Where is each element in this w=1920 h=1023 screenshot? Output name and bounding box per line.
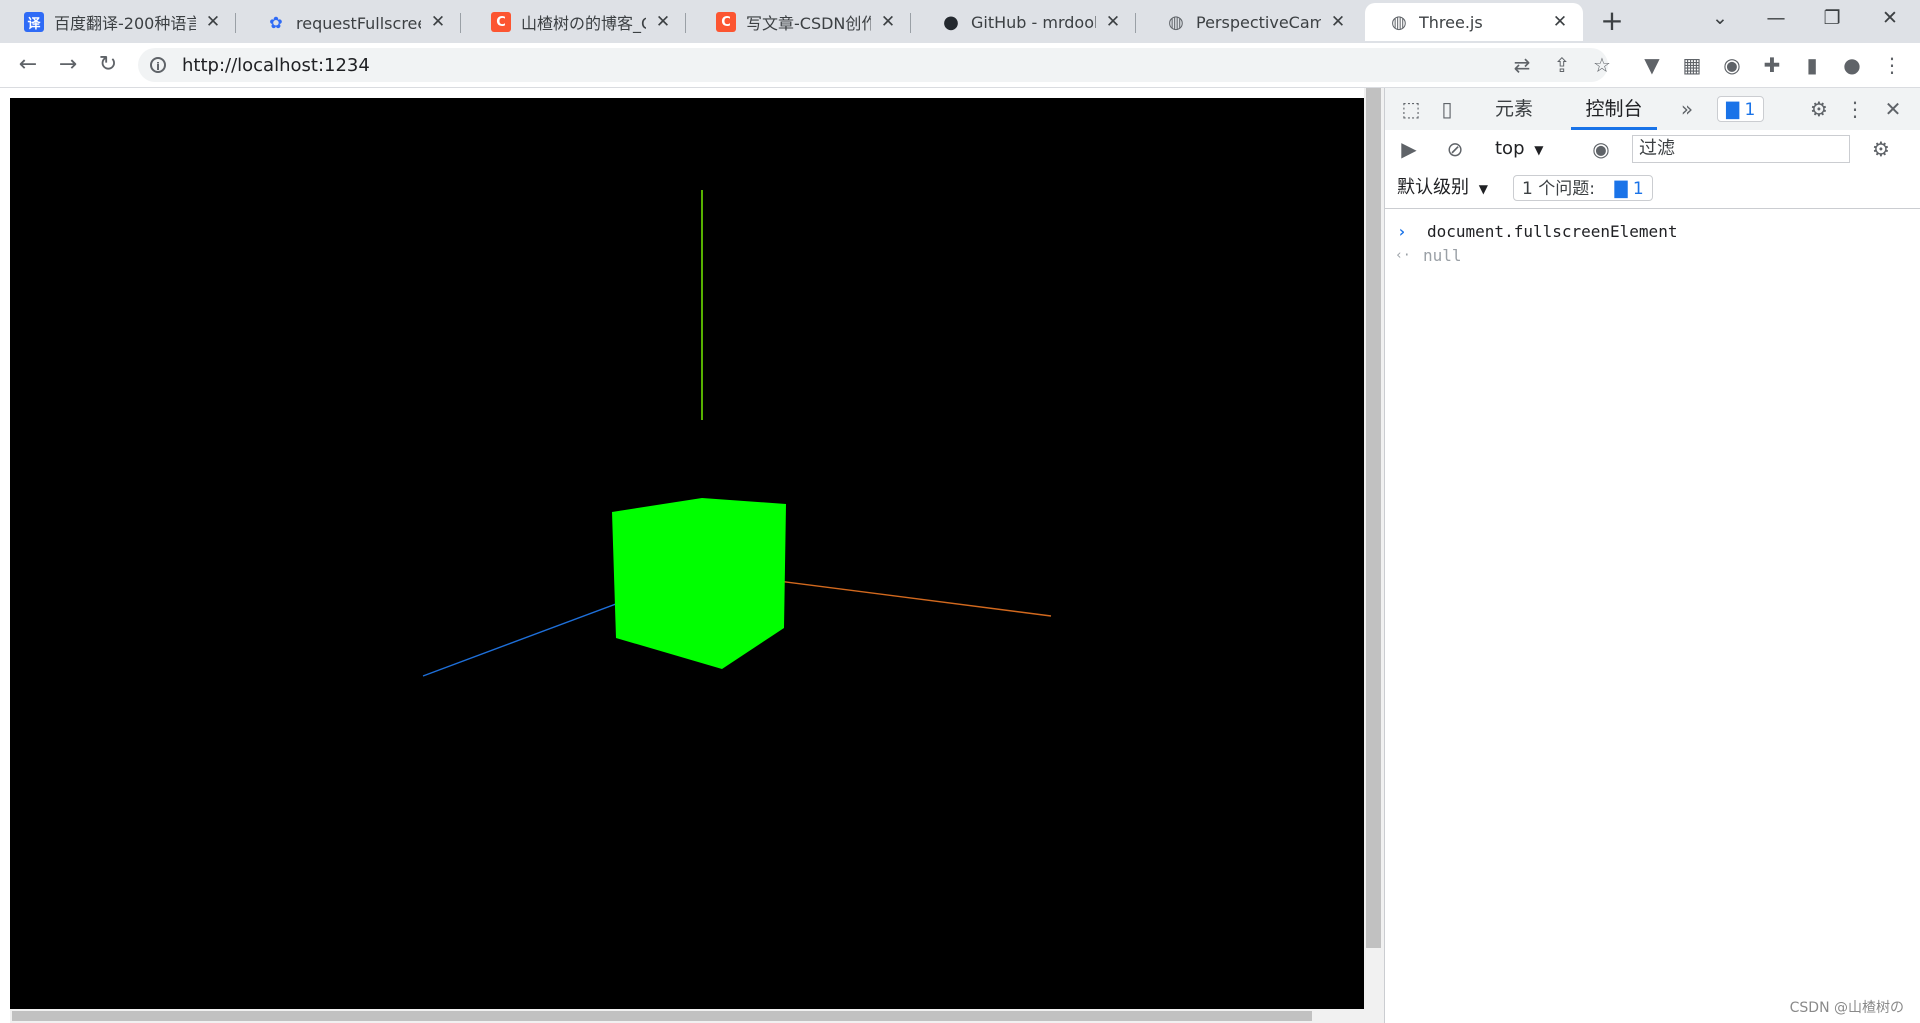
browser-toolbar: ← → ↻ i http://localhost:1234 ⇄ ⇪ ☆ ▼ ▦ … bbox=[0, 43, 1920, 88]
csdn-icon: C bbox=[716, 12, 736, 32]
tab-close-icon[interactable]: ✕ bbox=[204, 12, 222, 32]
context-selector[interactable]: top ▼ bbox=[1495, 135, 1543, 163]
scrollbar-thumb[interactable] bbox=[1366, 88, 1381, 948]
devtools-close-icon[interactable]: ✕ bbox=[1879, 95, 1907, 123]
threejs-canvas[interactable] bbox=[10, 98, 1364, 1009]
tab-console[interactable]: 控制台 bbox=[1571, 88, 1657, 130]
console-toolbar: ▶ ⊘ top ▼ ◉ 过滤 ⚙ bbox=[1385, 130, 1920, 169]
tab-perspective-camera[interactable]: ◍ PerspectiveCamera ✕ bbox=[1142, 3, 1361, 41]
devtools-panel: ⬚ ▯ 元素 控制台 » ▇ 1 ⚙ ⋮ ✕ ▶ ⊘ top ▼ ◉ 过滤 ⚙ … bbox=[1384, 88, 1920, 1023]
restore-button[interactable]: ❐ bbox=[1812, 3, 1852, 33]
globe-icon: ◍ bbox=[1168, 11, 1184, 33]
issues-count: 1 bbox=[1632, 179, 1644, 199]
tab-title: PerspectiveCamera bbox=[1196, 12, 1321, 32]
tab-separator bbox=[1135, 13, 1136, 33]
baidu-paw-icon: ✿ bbox=[269, 12, 283, 32]
log-levels-label: 默认级别 bbox=[1397, 177, 1469, 198]
page-viewport bbox=[0, 88, 1384, 1023]
share-icon[interactable]: ⇪ bbox=[1548, 51, 1576, 79]
extension-panda-icon[interactable]: ◉ bbox=[1718, 51, 1746, 79]
site-info-icon[interactable]: i bbox=[150, 57, 166, 73]
tab-separator bbox=[235, 13, 236, 33]
message-icon: ▇ bbox=[1726, 100, 1740, 120]
chevron-down-icon: ▼ bbox=[1478, 182, 1488, 196]
tab-separator bbox=[460, 13, 461, 33]
profile-avatar-icon[interactable]: ● bbox=[1838, 51, 1866, 79]
translate-icon[interactable]: ⇄ bbox=[1508, 51, 1536, 79]
tab-title: requestFullscreen_百 bbox=[296, 14, 421, 33]
console-result-icon: ‹· bbox=[1395, 248, 1411, 263]
tab-csdn-blog[interactable]: C 山楂树の的博客_CSDN ✕ bbox=[467, 3, 686, 41]
side-panel-icon[interactable]: ▮ bbox=[1798, 51, 1826, 79]
inspect-element-icon[interactable]: ⬚ bbox=[1397, 95, 1425, 123]
tab-title: 山楂树の的博客_CSDN bbox=[521, 14, 646, 33]
tab-close-icon[interactable]: ✕ bbox=[429, 12, 447, 32]
tab-baidu-translate[interactable]: 译百度翻译-200种语言互 ✕ bbox=[0, 3, 236, 41]
new-tab-button[interactable]: + bbox=[1598, 7, 1626, 35]
tab-title: Three.js bbox=[1419, 12, 1483, 32]
tab-title: 百度翻译-200种语言互 bbox=[54, 14, 196, 33]
console-result-line: ‹· null bbox=[1385, 242, 1920, 270]
context-value: top bbox=[1495, 138, 1525, 159]
message-icon: ▇ bbox=[1614, 179, 1628, 199]
baidu-translate-icon: 译 bbox=[24, 12, 44, 32]
reload-icon[interactable]: ↻ bbox=[94, 51, 122, 79]
extension-qr-icon[interactable]: ▦ bbox=[1678, 51, 1706, 79]
globe-icon: ◍ bbox=[1391, 11, 1407, 33]
issues-text: 1 个问题: bbox=[1522, 179, 1595, 199]
tab-search-icon[interactable]: ⌄ bbox=[1700, 3, 1740, 33]
console-settings-gear-icon[interactable]: ⚙ bbox=[1867, 135, 1895, 163]
horizontal-scrollbar[interactable] bbox=[10, 1009, 1364, 1023]
tab-github-threejs[interactable]: ● GitHub - mrdoob/thr ✕ bbox=[917, 3, 1136, 41]
devtools-menu-icon[interactable]: ⋮ bbox=[1841, 95, 1869, 123]
tab-elements[interactable]: 元素 bbox=[1495, 88, 1533, 130]
issues-count-button[interactable]: 1 个问题: ▇ 1 bbox=[1513, 175, 1653, 201]
issues-badge-count: 1 bbox=[1744, 100, 1756, 120]
tab-close-icon[interactable]: ✕ bbox=[654, 12, 672, 32]
tab-separator bbox=[685, 13, 686, 33]
chevron-down-icon: ▼ bbox=[1534, 143, 1544, 157]
forward-icon[interactable]: → bbox=[54, 51, 82, 79]
bookmark-star-icon[interactable]: ☆ bbox=[1588, 51, 1616, 79]
window-close-button[interactable]: ✕ bbox=[1870, 3, 1910, 33]
issues-badge[interactable]: ▇ 1 bbox=[1717, 96, 1765, 122]
github-icon: ● bbox=[943, 11, 959, 33]
extensions-puzzle-icon[interactable]: ✚ bbox=[1758, 51, 1786, 79]
scene-svg bbox=[422, 190, 1052, 677]
axis-x-line bbox=[754, 577, 1052, 617]
extension-vue-icon[interactable]: ▼ bbox=[1638, 51, 1666, 79]
tab-close-icon[interactable]: ✕ bbox=[1329, 12, 1347, 32]
csdn-watermark: CSDN @山楂树の bbox=[1789, 1000, 1904, 1016]
browser-menu-icon[interactable]: ⋮ bbox=[1878, 51, 1906, 79]
tab-separator bbox=[910, 13, 911, 33]
settings-gear-icon[interactable]: ⚙ bbox=[1805, 95, 1833, 123]
clear-console-icon[interactable]: ⊘ bbox=[1441, 135, 1469, 163]
more-tabs-icon[interactable]: » bbox=[1673, 95, 1701, 123]
tab-csdn-write[interactable]: C 写文章-CSDN创作中心 ✕ bbox=[692, 3, 911, 41]
tab-title: GitHub - mrdoob/thr bbox=[971, 12, 1096, 32]
vertical-scrollbar[interactable] bbox=[1364, 88, 1384, 1023]
console-result-value: null bbox=[1423, 246, 1462, 265]
back-icon[interactable]: ← bbox=[14, 51, 42, 79]
live-expression-eye-icon[interactable]: ◉ bbox=[1587, 135, 1615, 163]
console-filter-input[interactable]: 过滤 bbox=[1632, 135, 1850, 163]
scrollbar-thumb[interactable] bbox=[12, 1011, 1312, 1021]
address-url[interactable]: http://localhost:1234 bbox=[182, 55, 370, 76]
tab-strip: 译百度翻译-200种语言互 ✕ ✿ requestFullscreen_百 ✕ C 山楂树の… bbox=[0, 0, 1920, 43]
tab-title: 写文章-CSDN创作中心 bbox=[746, 14, 871, 33]
console-sidebar-icon[interactable]: ▶ bbox=[1395, 135, 1423, 163]
tab-request-fullscreen[interactable]: ✿ requestFullscreen_百 ✕ bbox=[242, 3, 461, 41]
console-levels-bar: 默认级别 ▼ 1 个问题: ▇ 1 bbox=[1385, 168, 1920, 209]
minimize-button[interactable]: — bbox=[1756, 3, 1796, 33]
devtools-tab-bar: ⬚ ▯ 元素 控制台 » ▇ 1 ⚙ ⋮ ✕ bbox=[1385, 88, 1920, 131]
address-bar[interactable]: i http://localhost:1234 bbox=[138, 48, 1608, 82]
tab-threejs[interactable]: ◍ Three.js ✕ bbox=[1365, 3, 1583, 41]
green-cube bbox=[612, 498, 786, 669]
device-toolbar-icon[interactable]: ▯ bbox=[1433, 95, 1461, 123]
tab-close-icon[interactable]: ✕ bbox=[879, 12, 897, 32]
tab-close-icon[interactable]: ✕ bbox=[1104, 12, 1122, 32]
log-levels-dropdown[interactable]: 默认级别 ▼ bbox=[1397, 174, 1488, 202]
csdn-icon: C bbox=[491, 12, 511, 32]
tab-close-icon[interactable]: ✕ bbox=[1551, 12, 1569, 32]
